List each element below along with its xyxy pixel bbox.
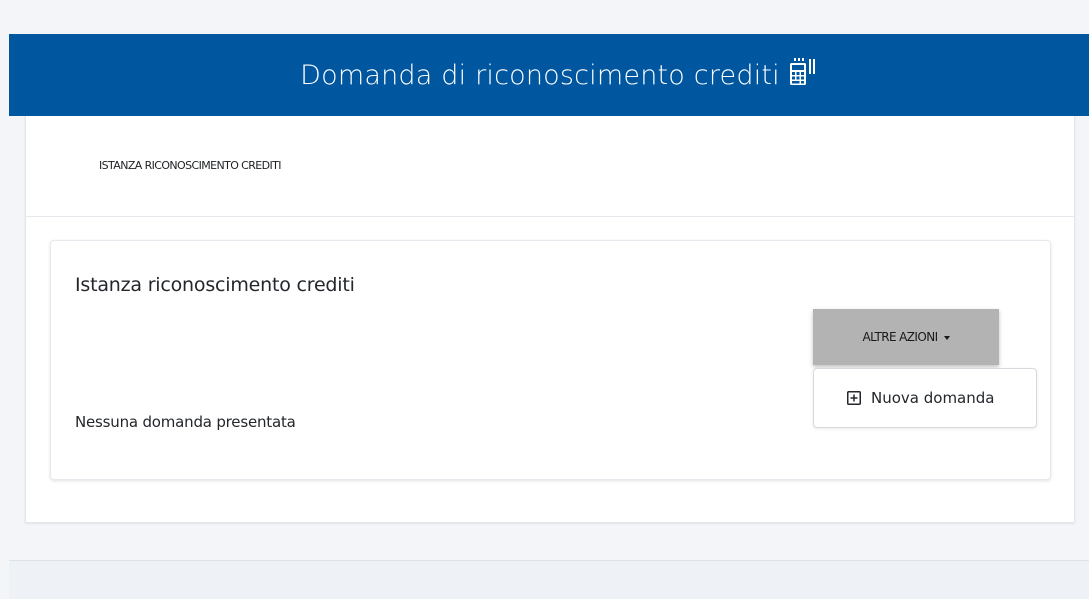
plus-square-icon bbox=[847, 391, 861, 405]
breadcrumb-item: ISTANZA RICONOSCIMENTO CREDITI bbox=[99, 159, 282, 172]
other-actions-label: ALTRE AZIONI bbox=[862, 330, 938, 344]
top-strip bbox=[0, 0, 1089, 34]
calculator-icon bbox=[788, 57, 818, 87]
requests-card: Istanza riconoscimento crediti ALTRE AZI… bbox=[50, 240, 1051, 480]
breadcrumb: ISTANZA RICONOSCIMENTO CREDITI bbox=[26, 116, 1074, 217]
footer-strip bbox=[9, 560, 1089, 599]
menu-item-new-request[interactable]: Nuova domanda bbox=[814, 369, 1036, 427]
page-header: Domanda di riconoscimento crediti bbox=[9, 34, 1089, 116]
page-title-wrap: Domanda di riconoscimento crediti bbox=[300, 57, 818, 91]
main-card: ISTANZA RICONOSCIMENTO CREDITI Istanza r… bbox=[25, 116, 1075, 523]
page-title: Domanda di riconoscimento crediti bbox=[300, 59, 780, 91]
empty-state-text: Nessuna domanda presentata bbox=[75, 413, 296, 431]
other-actions-button[interactable]: ALTRE AZIONI bbox=[813, 309, 999, 365]
caret-down-icon bbox=[943, 335, 950, 340]
actions-dropdown-menu: Nuova domanda bbox=[813, 368, 1037, 428]
card-title: Istanza riconoscimento crediti bbox=[75, 274, 355, 296]
menu-item-label: Nuova domanda bbox=[871, 389, 995, 407]
